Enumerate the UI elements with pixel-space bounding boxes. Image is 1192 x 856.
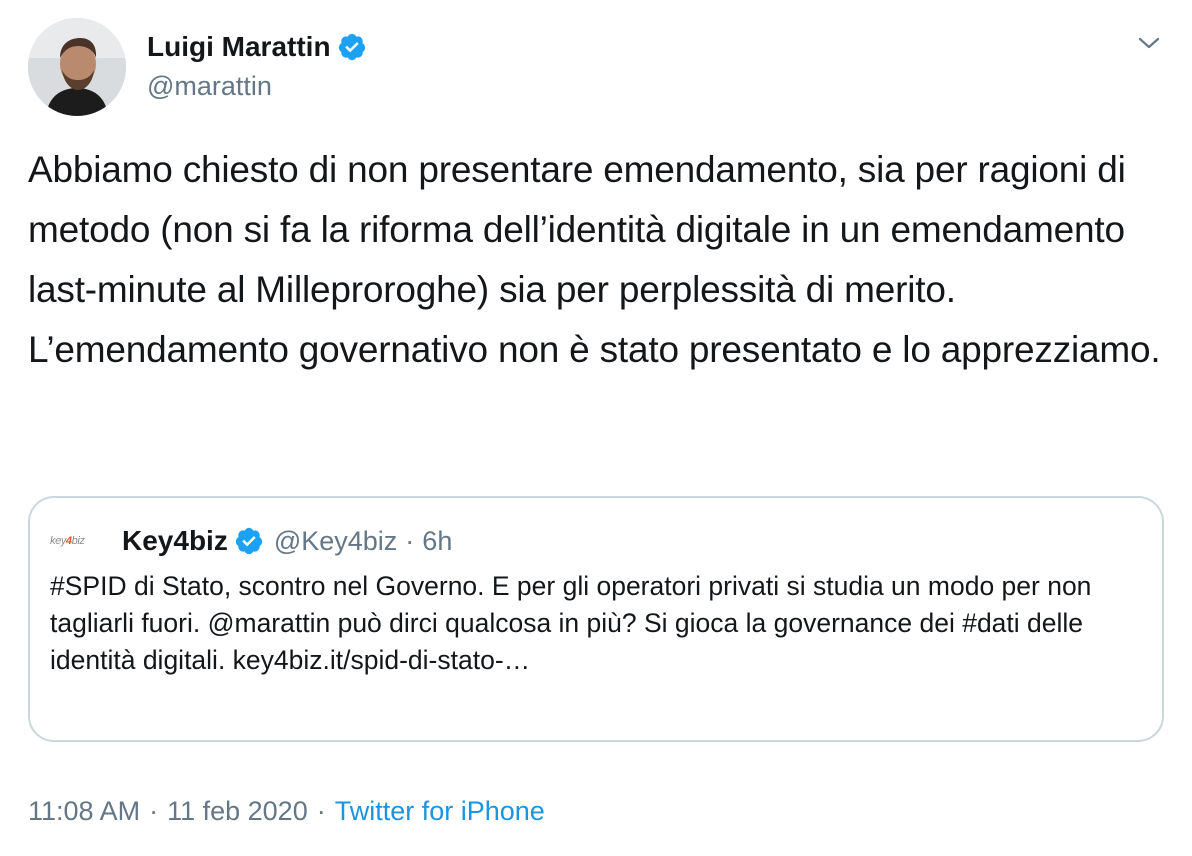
tweet-meta: 11:08 AM · 11 feb 2020 · Twitter for iPh… — [28, 792, 545, 830]
verified-badge-icon — [337, 32, 367, 62]
chevron-down-icon[interactable] — [1136, 30, 1162, 56]
author-handle[interactable]: @marattin — [147, 70, 367, 102]
verified-badge-icon — [234, 526, 264, 556]
quoted-header: key 4 biz Key4biz @Key4biz · 6h — [50, 522, 452, 560]
person-avatar-icon — [28, 18, 126, 116]
separator-dot: · — [405, 525, 415, 556]
avatar[interactable] — [28, 18, 126, 116]
quoted-author-name: Key4biz — [122, 525, 228, 556]
author-name[interactable]: Luigi Marattin — [147, 30, 331, 64]
tweet-source-link[interactable]: Twitter for iPhone — [335, 792, 545, 830]
quoted-tweet[interactable]: key 4 biz Key4biz @Key4biz · 6h #SPID di S… — [28, 496, 1164, 742]
tweet-time[interactable]: 11:08 AM — [28, 792, 140, 830]
quoted-text: #SPID di Stato, scontro nel Governo. E p… — [50, 571, 1092, 675]
logo-text-post: biz — [71, 535, 85, 547]
separator-dot: · — [316, 796, 326, 826]
author-block: Luigi Marattin @marattin — [147, 30, 367, 102]
tweet-text: Abbiamo chiesto di non presentare emenda… — [28, 149, 1161, 370]
logo-text-pre: key — [50, 535, 66, 547]
key4biz-logo: key 4 biz — [50, 531, 92, 551]
author-row: Luigi Marattin — [147, 30, 367, 64]
quoted-author-handle: @Key4biz — [273, 525, 398, 556]
tweet-date[interactable]: 11 feb 2020 — [167, 792, 308, 830]
separator-dot: · — [149, 796, 159, 826]
tweet-card: Luigi Marattin @marattin Abbiamo chiesto… — [0, 0, 1192, 856]
quoted-timestamp: 6h — [422, 525, 453, 556]
